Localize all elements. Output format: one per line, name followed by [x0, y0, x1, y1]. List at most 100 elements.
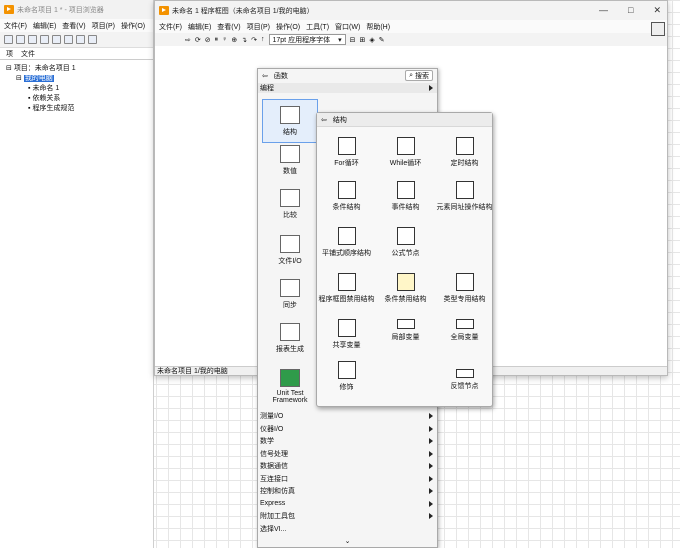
bd-menu-tools[interactable]: 工具(T): [306, 22, 329, 32]
category-select-vi[interactable]: 选择VI...: [258, 524, 437, 534]
for-loop-item[interactable]: For循环: [317, 137, 376, 168]
shared-variable-item[interactable]: 共享变量: [317, 319, 376, 350]
bd-menu-edit[interactable]: 编辑(E): [188, 22, 211, 32]
project-title: 未命名项目 1 * - 项目浏览器: [17, 6, 104, 14]
event-structure-icon: [396, 181, 415, 199]
scroll-down-icon[interactable]: ⌄: [258, 537, 437, 545]
bd-menubar: 文件(F) 编辑(E) 查看(V) 项目(P) 操作(O) 工具(T) 窗口(W…: [155, 20, 667, 33]
palette-item-structures[interactable]: 结构: [262, 99, 318, 143]
align-icon[interactable]: ⊟: [350, 36, 356, 44]
menu-project[interactable]: 项目(P): [92, 21, 115, 31]
category-express[interactable]: Express: [258, 499, 437, 509]
step-over-icon[interactable]: ↷: [251, 36, 257, 44]
tree-item-build-specs[interactable]: ▪ 程序生成规范: [6, 104, 153, 114]
for-loop-icon: [337, 137, 356, 155]
maximize-button[interactable]: □: [628, 5, 633, 16]
save-icon[interactable]: [28, 35, 37, 44]
pin-icon[interactable]: ⇦: [262, 72, 268, 80]
bd-toolbar: ⇨ ⟳ ⊘ ⏸ ♀ ⊕ ↴ ↷ ↑ 17pt 应用程序字体 ▾ ⊟ ⊞ ◈ ✎: [155, 33, 667, 47]
event-structure-item[interactable]: 事件结构: [376, 181, 435, 212]
paste-icon[interactable]: [64, 35, 73, 44]
bd-menu-file[interactable]: 文件(F): [159, 22, 182, 32]
formula-node-icon: [396, 227, 415, 245]
search-button[interactable]: ⌕ 搜索: [405, 70, 433, 81]
tree-item-my-computer[interactable]: ⊟ 我的电脑: [6, 74, 153, 84]
diagram-disable-item[interactable]: 程序框图禁用结构: [317, 273, 376, 304]
category-instrument-io[interactable]: 仪器I/O: [258, 424, 437, 434]
category-math[interactable]: 数学: [258, 436, 437, 446]
category-programming[interactable]: 编程: [258, 83, 437, 93]
decorations-item[interactable]: 修饰: [317, 361, 376, 392]
tab-files[interactable]: 文件: [21, 49, 35, 59]
minimize-button[interactable]: —: [599, 5, 608, 16]
conditional-disable-item[interactable]: 条件禁用结构: [376, 273, 435, 304]
while-loop-item[interactable]: While循环: [376, 137, 435, 168]
build-icon[interactable]: [88, 35, 97, 44]
menu-file[interactable]: 文件(F): [4, 21, 27, 31]
tree-item-vi[interactable]: ▪ 未命名 1: [6, 84, 153, 94]
bd-menu-window[interactable]: 窗口(W): [335, 22, 360, 32]
category-connectivity[interactable]: 互连接口: [258, 474, 437, 484]
category-signal-processing[interactable]: 信号处理: [258, 449, 437, 459]
tab-items[interactable]: 项: [6, 49, 13, 59]
menu-view[interactable]: 查看(V): [62, 21, 85, 31]
abort-icon[interactable]: ⊘: [205, 36, 211, 44]
bd-menu-operate[interactable]: 操作(O): [276, 22, 300, 32]
palette-item-numeric[interactable]: 数值: [262, 145, 318, 189]
cut-icon[interactable]: [40, 35, 49, 44]
case-structure-item[interactable]: 条件结构: [317, 181, 376, 212]
labview-app-icon: [159, 6, 169, 15]
palette-title: 函数: [273, 73, 288, 80]
global-variable-item[interactable]: 全局变量: [435, 319, 494, 342]
formula-node-item[interactable]: 公式节点: [376, 227, 435, 258]
close-button[interactable]: ✕: [653, 5, 661, 16]
bd-menu-help[interactable]: 帮助(H): [366, 22, 390, 32]
delete-icon[interactable]: [76, 35, 85, 44]
palette-item-report[interactable]: 报表生成: [262, 323, 318, 367]
menu-edit[interactable]: 编辑(E): [33, 21, 56, 31]
bd-title: 未命名 1 程序框图（未命名项目 1/我的电脑）: [172, 7, 314, 15]
in-place-element-item[interactable]: 元素同址操作结构: [435, 181, 494, 212]
run-arrow-icon[interactable]: ⇨: [185, 36, 191, 44]
numeric-icon: [280, 145, 300, 163]
step-out-icon[interactable]: ↑: [261, 36, 265, 43]
vi-icon: [651, 22, 665, 36]
font-select[interactable]: 17pt 应用程序字体 ▾: [268, 34, 346, 45]
cleanup-icon[interactable]: ✎: [379, 36, 385, 44]
category-data-comm[interactable]: 数据通信: [258, 461, 437, 471]
type-specialization-icon: [455, 273, 474, 291]
tree-item-project[interactable]: ⊟ 项目：未命名项目 1: [6, 64, 153, 74]
run-continuous-icon[interactable]: ⟳: [195, 36, 201, 44]
palette-item-file-io[interactable]: 文件I/O: [262, 235, 318, 279]
flat-sequence-item[interactable]: 平铺式顺序结构: [317, 227, 376, 258]
palette-item-sync[interactable]: 同步: [262, 279, 318, 323]
new-icon[interactable]: [4, 35, 13, 44]
flat-sequence-icon: [337, 227, 356, 245]
retain-wire-icon[interactable]: ⊕: [231, 36, 237, 44]
step-into-icon[interactable]: ↴: [241, 36, 247, 44]
type-specialization-item[interactable]: 类型专用结构: [435, 273, 494, 304]
search-icon: ⌕: [409, 71, 413, 79]
menu-operate[interactable]: 操作(O): [121, 21, 145, 31]
category-control-sim[interactable]: 控制和仿真: [258, 486, 437, 496]
timed-structure-item[interactable]: 定时结构: [435, 137, 494, 168]
category-addons[interactable]: 附加工具包: [258, 511, 437, 521]
local-variable-item[interactable]: 局部变量: [376, 319, 435, 342]
bd-menu-project[interactable]: 项目(P): [247, 22, 270, 32]
expand-arrow-icon: [429, 85, 433, 91]
pause-icon[interactable]: ⏸: [215, 36, 219, 44]
palette-item-unit-test[interactable]: Unit Test Framework: [262, 369, 318, 413]
feedback-node-item[interactable]: 反馈节点: [435, 369, 494, 391]
pin-icon[interactable]: ⇦: [321, 116, 327, 124]
chevron-down-icon: ▾: [338, 36, 342, 44]
highlight-icon[interactable]: ♀: [222, 36, 227, 43]
copy-icon[interactable]: [52, 35, 61, 44]
category-measurement-io[interactable]: 测量I/O: [258, 411, 437, 421]
open-icon[interactable]: [16, 35, 25, 44]
tree-item-dependencies[interactable]: ▪ 依赖关系: [6, 94, 153, 104]
palette-item-comparison[interactable]: 比较: [262, 189, 318, 233]
file-io-icon: [280, 235, 300, 253]
distribute-icon[interactable]: ⊞: [359, 36, 365, 44]
bd-menu-view[interactable]: 查看(V): [217, 22, 240, 32]
reorder-icon[interactable]: ◈: [369, 36, 374, 44]
